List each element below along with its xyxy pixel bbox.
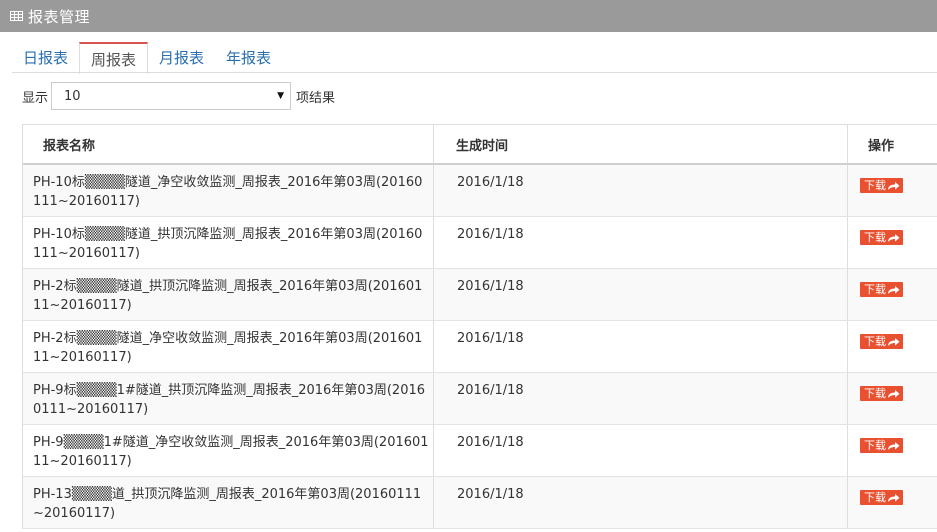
download-label: 下载 <box>864 387 886 400</box>
download-label: 下载 <box>864 283 886 296</box>
report-time-cell: 2016/1/18 <box>434 373 848 424</box>
share-arrow-icon <box>888 493 900 502</box>
page-length-prefix: 显示 <box>22 90 49 106</box>
report-name-cell: PH-2标▒▒▒▒隧道_拱顶沉降监测_周报表_2016年第03周(2016011… <box>23 269 434 320</box>
download-label: 下载 <box>864 491 886 504</box>
table-row: PH-10标▒▒▒▒隧道_拱顶沉降监测_周报表_2016年第03周(201601… <box>23 217 937 269</box>
download-button[interactable]: 下载 <box>860 282 903 297</box>
report-name-cell: PH-10标▒▒▒▒隧道_净空收敛监测_周报表_2016年第03周(201601… <box>23 165 434 216</box>
report-tabs: 日报表 周报表 月报表 年报表 <box>12 42 282 74</box>
column-header-actions: 操作 <box>868 138 895 154</box>
actions-cell: 下载 <box>848 425 937 476</box>
download-button[interactable]: 下载 <box>860 334 903 349</box>
tab-weekly-report[interactable]: 周报表 <box>79 42 149 74</box>
report-table: 报表名称 生成时间 操作 PH-10标▒▒▒▒隧道_净空收敛监测_周报表_201… <box>22 124 937 529</box>
download-label: 下载 <box>864 335 886 348</box>
report-name-cell: PH-2标▒▒▒▒隧道_净空收敛监测_周报表_2016年第03周(2016011… <box>23 321 434 372</box>
share-arrow-icon <box>888 285 900 294</box>
actions-cell: 下载 <box>848 269 937 320</box>
report-time-cell: 2016/1/18 <box>434 477 848 528</box>
column-header-created-time[interactable]: 生成时间 <box>434 125 848 163</box>
share-arrow-icon <box>888 441 900 450</box>
download-button[interactable]: 下载 <box>860 230 903 245</box>
report-time-cell: 2016/1/18 <box>434 269 848 320</box>
download-label: 下载 <box>864 439 886 452</box>
page-title: 报表管理 <box>28 7 91 26</box>
report-time-cell: 2016/1/18 <box>434 217 848 268</box>
download-button[interactable]: 下载 <box>860 490 903 505</box>
download-button[interactable]: 下载 <box>860 178 903 193</box>
tab-monthly-report[interactable]: 月报表 <box>148 42 215 72</box>
download-button[interactable]: 下载 <box>860 386 903 401</box>
actions-cell: 下载 <box>848 477 937 528</box>
report-name-cell: PH-9标▒▒▒▒1#隧道_拱顶沉降监测_周报表_2016年第03周(20160… <box>23 373 434 424</box>
table-row: PH-2标▒▒▒▒隧道_拱顶沉降监测_周报表_2016年第03周(2016011… <box>23 269 937 321</box>
tabs-divider <box>12 72 937 73</box>
share-arrow-icon <box>888 389 900 398</box>
tab-daily-report[interactable]: 日报表 <box>12 42 79 72</box>
share-arrow-icon <box>888 181 900 190</box>
caret-down-icon: ▼ <box>277 91 285 101</box>
grid-icon <box>10 11 23 21</box>
actions-cell: 下载 <box>848 165 937 216</box>
report-time-cell: 2016/1/18 <box>434 165 848 216</box>
column-header-report-name[interactable]: 报表名称 <box>23 125 434 163</box>
page-length-control: 显示 10 ▼ 项结果 <box>22 82 335 110</box>
share-arrow-icon <box>888 233 900 242</box>
table-row: PH-10标▒▒▒▒隧道_净空收敛监测_周报表_2016年第03周(201601… <box>23 165 937 217</box>
report-name-cell: PH-13▒▒▒▒道_拱顶沉降监测_周报表_2016年第03周(20160111… <box>23 477 434 528</box>
actions-cell: 下载 <box>848 321 937 372</box>
table-row: PH-13▒▒▒▒道_拱顶沉降监测_周报表_2016年第03周(20160111… <box>23 477 937 529</box>
download-label: 下载 <box>864 179 886 192</box>
report-time-cell: 2016/1/18 <box>434 321 848 372</box>
report-name-cell: PH-10标▒▒▒▒隧道_拱顶沉降监测_周报表_2016年第03周(201601… <box>23 217 434 268</box>
page-length-select[interactable]: 10 ▼ <box>51 82 292 110</box>
actions-cell: 下载 <box>848 217 937 268</box>
download-label: 下载 <box>864 231 886 244</box>
report-name-cell: PH-9▒▒▒▒1#隧道_净空收敛监测_周报表_2016年第03周(201601… <box>23 425 434 476</box>
share-arrow-icon <box>888 337 900 346</box>
page-length-value: 10 <box>64 88 81 104</box>
report-time-cell: 2016/1/18 <box>434 425 848 476</box>
actions-cell: 下载 <box>848 373 937 424</box>
page-length-suffix: 项结果 <box>296 90 336 106</box>
panel-header: 报表管理 <box>0 0 937 32</box>
tab-yearly-report[interactable]: 年报表 <box>215 42 282 72</box>
table-header: 报表名称 生成时间 操作 <box>23 125 937 165</box>
table-row: PH-9标▒▒▒▒1#隧道_拱顶沉降监测_周报表_2016年第03周(20160… <box>23 373 937 425</box>
download-button[interactable]: 下载 <box>860 438 903 453</box>
table-row: PH-9▒▒▒▒1#隧道_净空收敛监测_周报表_2016年第03周(201601… <box>23 425 937 477</box>
table-row: PH-2标▒▒▒▒隧道_净空收敛监测_周报表_2016年第03周(2016011… <box>23 321 937 373</box>
